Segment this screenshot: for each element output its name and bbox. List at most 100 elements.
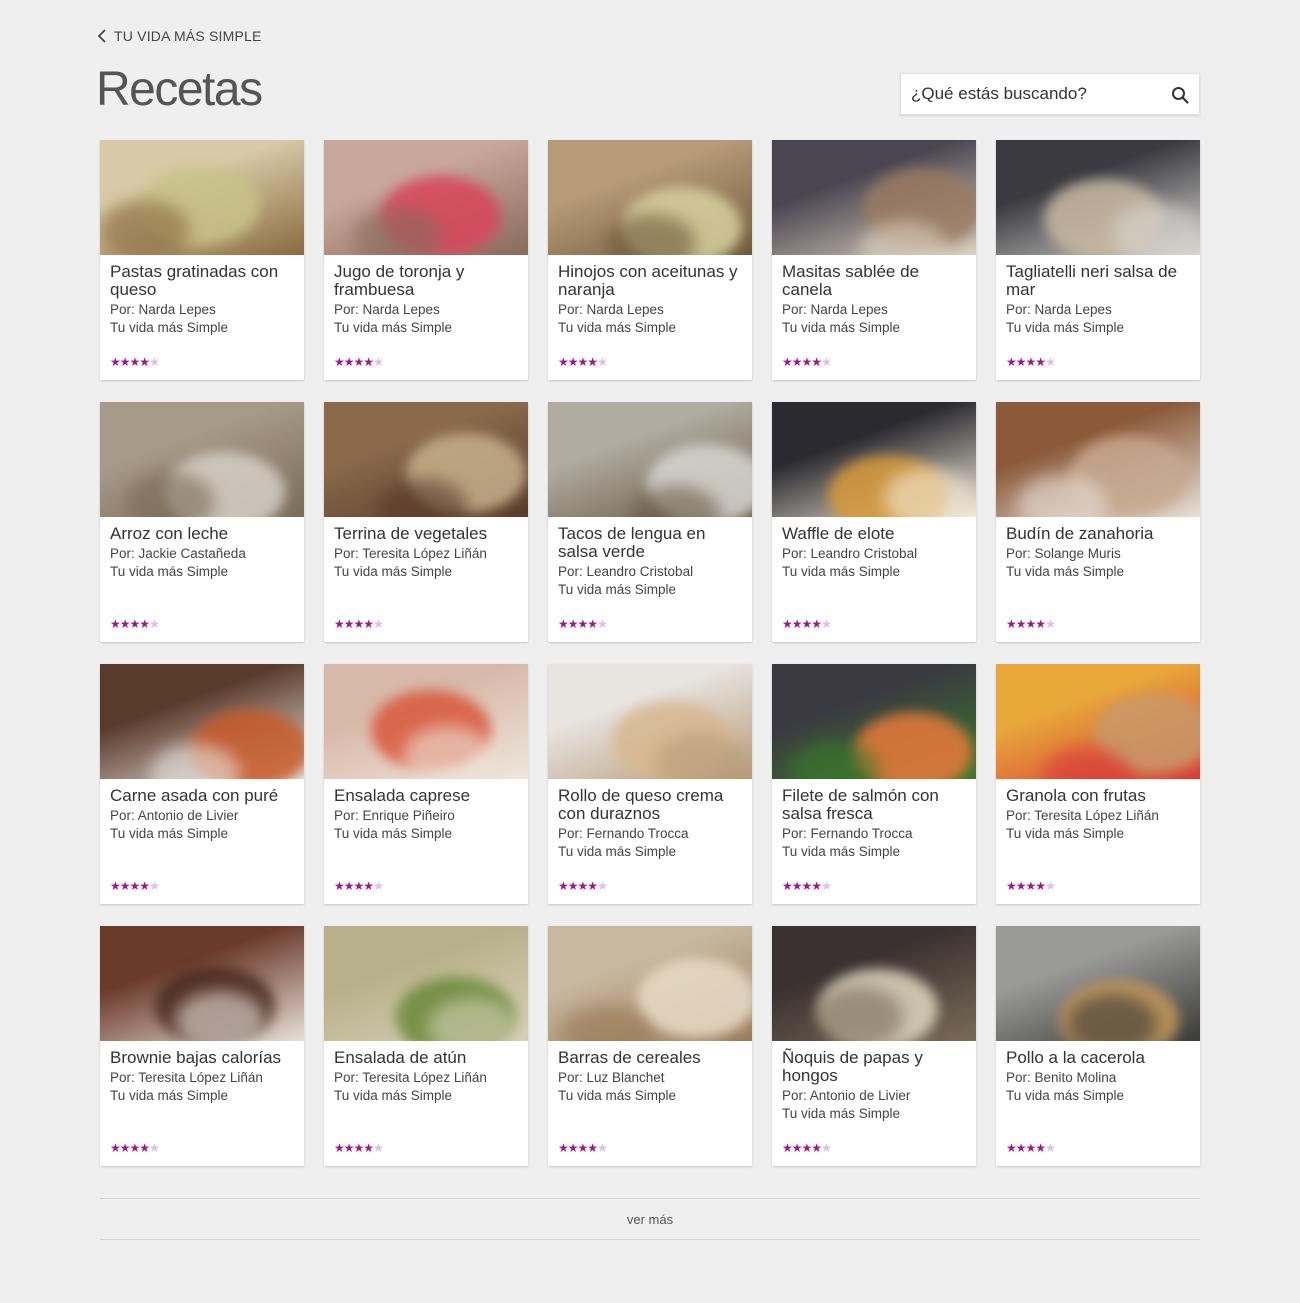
recipe-card[interactable]: Terrina de vegetales Por: Teresita López … (324, 402, 528, 642)
recipe-thumbnail[interactable] (324, 402, 528, 517)
recipe-thumbnail[interactable] (772, 140, 976, 255)
star-rating: ★★★★★ (110, 880, 160, 892)
recipe-title[interactable]: Rollo de queso crema con duraznos (558, 787, 748, 823)
recipe-title[interactable]: Barras de cereales (558, 1049, 748, 1067)
see-more-label: ver más (626, 1211, 674, 1227)
recipe-card[interactable]: Rollo de queso crema con duraznos Por: Fe… (548, 664, 752, 904)
recipe-title[interactable]: Granola con frutas (1006, 787, 1196, 805)
recipe-title[interactable]: Tagliatelli neri salsa de mar (1006, 263, 1196, 299)
star-filled-icon: ★ (110, 355, 121, 369)
recipe-thumbnail[interactable] (996, 402, 1200, 517)
recipe-thumbnail[interactable] (996, 664, 1200, 779)
recipe-card[interactable]: Pastas gratinadas con queso Por: Narda Le… (100, 140, 304, 380)
recipe-author: Por: Teresita López Liñán (334, 1070, 487, 1085)
recipe-thumbnail[interactable] (996, 926, 1200, 1041)
recipe-card[interactable]: Hinojos con aceitunas y naranja Por: Nard… (548, 140, 752, 380)
star-filled-icon: ★ (139, 355, 150, 369)
recipe-thumbnail[interactable] (772, 402, 976, 517)
star-empty-icon: ★ (821, 617, 832, 631)
recipe-thumbnail[interactable] (772, 664, 976, 779)
recipe-card[interactable]: Brownie bajas calorías Por: Teresita Lópe… (100, 926, 304, 1166)
recipe-card[interactable]: Pollo a la cacerola Por: Benito Molina Tu … (996, 926, 1200, 1166)
recipe-title[interactable]: Ensalada caprese (334, 787, 524, 805)
recipe-card[interactable]: Granola con frutas Por: Teresita López Li… (996, 664, 1200, 904)
recipe-title[interactable]: Budín de zanahoria (1006, 525, 1196, 543)
star-filled-icon: ★ (1015, 617, 1027, 631)
recipe-title[interactable]: Waffle de elote (782, 525, 972, 543)
see-more-button[interactable]: ver más (100, 1198, 1200, 1240)
recipe-thumbnail[interactable] (100, 664, 304, 779)
recipe-show: Tu vida más Simple (110, 320, 229, 335)
recipe-card[interactable]: Ñoquis de papas y hongos Por: Antonio de … (772, 926, 976, 1166)
recipe-author: Por: Jackie Castañeda (110, 546, 246, 561)
back-link[interactable]: TU VIDA MÁS SIMPLE (98, 28, 262, 44)
recipe-title[interactable]: Jugo de toronja y frambuesa (334, 263, 524, 299)
recipe-author: Por: Luz Blanchet (558, 1070, 665, 1085)
star-filled-icon: ★ (587, 617, 598, 631)
star-empty-icon: ★ (373, 879, 384, 893)
recipe-card[interactable]: Jugo de toronja y frambuesa Por: Narda Le… (324, 140, 528, 380)
star-filled-icon: ★ (1025, 355, 1037, 369)
recipe-thumbnail[interactable] (548, 926, 752, 1041)
recipe-show: Tu vida más Simple (558, 844, 677, 859)
recipe-thumbnail[interactable] (548, 664, 752, 779)
recipe-title[interactable]: Carne asada con puré (110, 787, 300, 805)
recipe-card[interactable]: Masitas sablée de canela Por: Narda Lepes… (772, 140, 976, 380)
recipe-show: Tu vida más Simple (782, 844, 901, 859)
recipe-thumbnail[interactable] (324, 926, 528, 1041)
recipe-title[interactable]: Ñoquis de papas y hongos (782, 1049, 972, 1085)
recipe-thumbnail[interactable] (100, 402, 304, 517)
recipe-title[interactable]: Brownie bajas calorías (110, 1049, 300, 1067)
recipe-show: Tu vida más Simple (1006, 826, 1125, 841)
star-filled-icon: ★ (577, 617, 589, 631)
recipe-thumbnail[interactable] (548, 140, 752, 255)
recipe-card[interactable]: Filete de salmón con salsa fresca Por: Fe… (772, 664, 976, 904)
recipe-card[interactable]: Tacos de lengua en salsa verde Por: Leand… (548, 402, 752, 642)
recipe-title[interactable]: Pollo a la cacerola (1006, 1049, 1196, 1067)
recipe-card[interactable]: Waffle de elote Por: Leandro Cristobal Tu … (772, 402, 976, 642)
recipe-card[interactable]: Tagliatelli neri salsa de mar Por: Narda … (996, 140, 1200, 380)
recipe-title[interactable]: Hinojos con aceitunas y naranja (558, 263, 748, 299)
star-filled-icon: ★ (353, 617, 365, 631)
recipe-card[interactable]: Ensalada caprese Por: Enrique Piñeiro Tu v… (324, 664, 528, 904)
recipe-show: Tu vida más Simple (782, 564, 901, 579)
star-empty-icon: ★ (149, 355, 160, 369)
recipe-thumbnail[interactable] (324, 140, 528, 255)
star-empty-icon: ★ (373, 355, 384, 369)
recipe-title[interactable]: Filete de salmón con salsa fresca (782, 787, 972, 823)
recipe-thumbnail[interactable] (324, 664, 528, 779)
star-rating: ★★★★★ (782, 356, 832, 368)
star-filled-icon: ★ (110, 617, 121, 631)
star-rating: ★★★★★ (334, 355, 384, 369)
recipe-card[interactable]: Arroz con leche Por: Jackie Castañeda Tu v… (100, 402, 304, 642)
recipe-thumbnail[interactable] (100, 926, 304, 1041)
recipe-author: Por: Fernando Trocca (558, 826, 689, 841)
recipe-thumbnail[interactable] (772, 926, 976, 1041)
search-icon[interactable] (1171, 86, 1189, 104)
recipe-title[interactable]: Masitas sablée de canela (782, 263, 972, 299)
recipe-title[interactable]: Terrina de vegetales (334, 525, 524, 543)
star-filled-icon: ★ (119, 1141, 131, 1155)
star-empty-icon: ★ (597, 355, 608, 369)
recipe-card[interactable]: Barras de cereales Por: Luz Blanchet Tu vi… (548, 926, 752, 1166)
search-input[interactable] (901, 74, 1151, 114)
recipe-title[interactable]: Ensalada de atún (334, 1049, 524, 1067)
recipe-title[interactable]: Pastas gratinadas con queso (110, 263, 300, 299)
recipe-author: Por: Fernando Trocca (782, 826, 913, 841)
star-filled-icon: ★ (587, 879, 598, 893)
star-rating: ★★★★★ (558, 617, 608, 631)
star-filled-icon: ★ (587, 1141, 598, 1155)
recipe-card[interactable]: Carne asada con puré Por: Antonio de Livi… (100, 664, 304, 904)
recipe-title[interactable]: Tacos de lengua en salsa verde (558, 525, 748, 561)
recipe-title[interactable]: Arroz con leche (110, 525, 300, 543)
recipe-thumbnail[interactable] (100, 140, 304, 255)
recipe-thumbnail[interactable] (996, 140, 1200, 255)
recipe-card[interactable]: Ensalada de atún Por: Teresita López Liñá… (324, 926, 528, 1166)
star-filled-icon: ★ (801, 879, 813, 893)
recipe-show: Tu vida más Simple (334, 564, 453, 579)
recipe-thumbnail[interactable] (548, 402, 752, 517)
star-filled-icon: ★ (577, 1141, 589, 1155)
star-filled-icon: ★ (139, 1141, 150, 1155)
recipe-card[interactable]: Budín de zanahoria Por: Solange Muris Tu v… (996, 402, 1200, 642)
recipe-author: Por: Leandro Cristobal (782, 546, 918, 561)
